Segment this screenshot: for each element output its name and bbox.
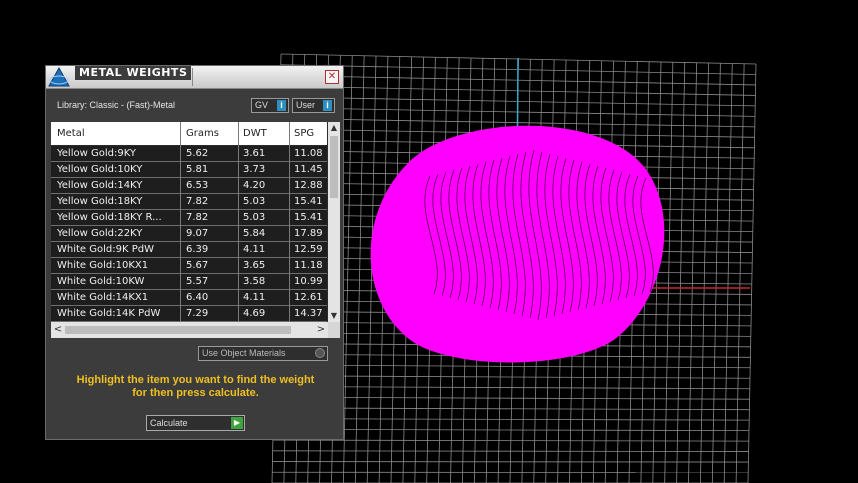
gv-button[interactable]: GV i	[251, 98, 289, 113]
cell-spg: 15.41	[294, 196, 323, 207]
scroll-down-icon[interactable]: ▼	[328, 310, 340, 322]
title-bar[interactable]: METAL WEIGHTS ✕	[46, 66, 343, 89]
cell-spg: 12.88	[294, 180, 323, 191]
cell-grams: 5.81	[186, 164, 209, 175]
cell-grams: 6.40	[186, 292, 209, 303]
cell-metal: Yellow Gold:9KY	[57, 148, 136, 159]
column-header-metal[interactable]: Metal	[57, 128, 85, 139]
info-icon: i	[277, 100, 286, 111]
cell-metal: White Gold:14KX1	[57, 292, 149, 303]
cell-dwt: 4.20	[243, 180, 266, 191]
radio-icon[interactable]	[315, 348, 325, 358]
scroll-up-icon[interactable]: ▲	[328, 122, 340, 134]
cell-grams: 6.53	[186, 180, 209, 191]
cell-dwt: 3.61	[243, 148, 266, 159]
cell-grams: 6.39	[186, 244, 209, 255]
gv-button-label: GV	[255, 100, 269, 110]
info-icon: i	[323, 100, 332, 111]
magenta-mesh-object[interactable]	[370, 125, 665, 363]
cell-metal: White Gold:9K PdW	[57, 244, 154, 255]
vertical-scrollbar[interactable]: ▲ ▼	[328, 122, 340, 322]
cell-grams: 7.82	[186, 212, 209, 223]
metal-table: Metal Grams DWT SPG Yellow Gold:9KY 5.62 3…	[51, 122, 340, 338]
cell-metal: Yellow Gold:18KY	[57, 196, 143, 207]
table-row[interactable]: Yellow Gold:18KY R... 7.82 5.03 15.41	[51, 210, 327, 226]
cell-dwt: 3.73	[243, 164, 266, 175]
title-divider	[192, 68, 193, 86]
instruction-line-1: Highlight the item you want to find the …	[76, 374, 315, 386]
table-row[interactable]: Yellow Gold:9KY 5.62 3.61 11.08	[51, 146, 327, 162]
cell-grams: 7.29	[186, 308, 209, 319]
library-label: Library: Classic - (Fast)-Metal	[57, 100, 176, 110]
cell-grams: 9.07	[186, 228, 209, 239]
cell-dwt: 3.58	[243, 276, 266, 287]
cell-dwt: 5.84	[243, 228, 266, 239]
cell-dwt: 4.11	[243, 292, 266, 303]
column-divider	[180, 122, 181, 322]
vertical-scroll-thumb[interactable]	[330, 136, 338, 198]
cell-spg: 10.99	[294, 276, 323, 287]
app-logo-icon	[48, 66, 70, 87]
cell-spg: 17.89	[294, 228, 323, 239]
horizontal-scroll-thumb[interactable]	[65, 326, 291, 334]
cell-spg: 14.37	[294, 308, 323, 319]
column-header-grams[interactable]: Grams	[186, 128, 219, 139]
cell-metal: White Gold:10KW	[57, 276, 145, 287]
cell-dwt: 3.65	[243, 260, 266, 271]
table-row[interactable]: Yellow Gold:14KY 6.53 4.20 12.88	[51, 178, 327, 194]
instruction-text: Highlight the item you want to find the …	[54, 374, 337, 400]
column-divider	[238, 122, 239, 322]
cell-grams: 5.67	[186, 260, 209, 271]
scroll-right-icon[interactable]: >	[314, 322, 328, 338]
table-row[interactable]: White Gold:14K PdW 7.29 4.69 14.37	[51, 306, 327, 322]
cell-metal: White Gold:10KX1	[57, 260, 149, 271]
dialog-title: METAL WEIGHTS	[75, 66, 192, 80]
cell-spg: 12.59	[294, 244, 323, 255]
use-object-materials-toggle[interactable]: Use Object Materials	[198, 346, 328, 361]
cell-dwt: 5.03	[243, 196, 266, 207]
cell-metal: Yellow Gold:14KY	[57, 180, 143, 191]
table-row[interactable]: White Gold:14KX1 6.40 4.11 12.61	[51, 290, 327, 306]
metal-weights-panel: METAL WEIGHTS ✕ Library: Classic - (Fast…	[45, 65, 344, 440]
table-header: Metal Grams DWT SPG	[51, 122, 327, 145]
close-button[interactable]: ✕	[325, 70, 339, 84]
cell-metal: Yellow Gold:10KY	[57, 164, 143, 175]
cell-metal: White Gold:14K PdW	[57, 308, 161, 319]
column-header-spg[interactable]: SPG	[294, 128, 314, 139]
table-row[interactable]: White Gold:10KW 5.57 3.58 10.99	[51, 274, 327, 290]
cell-metal: Yellow Gold:22KY	[57, 228, 143, 239]
table-body: Yellow Gold:9KY 5.62 3.61 11.08 Yellow Gold:…	[51, 146, 327, 322]
use-object-materials-label: Use Object Materials	[202, 348, 286, 358]
cell-spg: 11.18	[294, 260, 323, 271]
instruction-line-2: for then press calculate.	[132, 387, 259, 399]
cell-spg: 15.41	[294, 212, 323, 223]
cell-grams: 5.62	[186, 148, 209, 159]
column-header-dwt[interactable]: DWT	[243, 128, 267, 139]
cell-metal: Yellow Gold:18KY R...	[57, 212, 162, 223]
table-row[interactable]: Yellow Gold:22KY 9.07 5.84 17.89	[51, 226, 327, 242]
cell-dwt: 4.69	[243, 308, 266, 319]
scrollbar-corner	[328, 322, 340, 338]
cell-dwt: 4.11	[243, 244, 266, 255]
table-row[interactable]: Yellow Gold:10KY 5.81 3.73 11.45	[51, 162, 327, 178]
cell-spg: 12.61	[294, 292, 323, 303]
cell-spg: 11.08	[294, 148, 323, 159]
play-arrow-icon: ▶	[231, 417, 243, 429]
cell-grams: 7.82	[186, 196, 209, 207]
horizontal-scrollbar[interactable]: < >	[51, 322, 328, 338]
user-button-label: User	[296, 100, 316, 110]
table-row[interactable]: White Gold:10KX1 5.67 3.65 11.18	[51, 258, 327, 274]
table-row[interactable]: Yellow Gold:18KY 7.82 5.03 15.41	[51, 194, 327, 210]
cell-grams: 5.57	[186, 276, 209, 287]
scroll-left-icon[interactable]: <	[51, 322, 65, 338]
cell-spg: 11.45	[294, 164, 323, 175]
table-row[interactable]: White Gold:9K PdW 6.39 4.11 12.59	[51, 242, 327, 258]
user-button[interactable]: User i	[292, 98, 335, 113]
column-divider	[289, 122, 290, 322]
calculate-label: Calculate	[150, 418, 188, 428]
calculate-button[interactable]: Calculate ▶	[146, 415, 245, 431]
cell-dwt: 5.03	[243, 212, 266, 223]
